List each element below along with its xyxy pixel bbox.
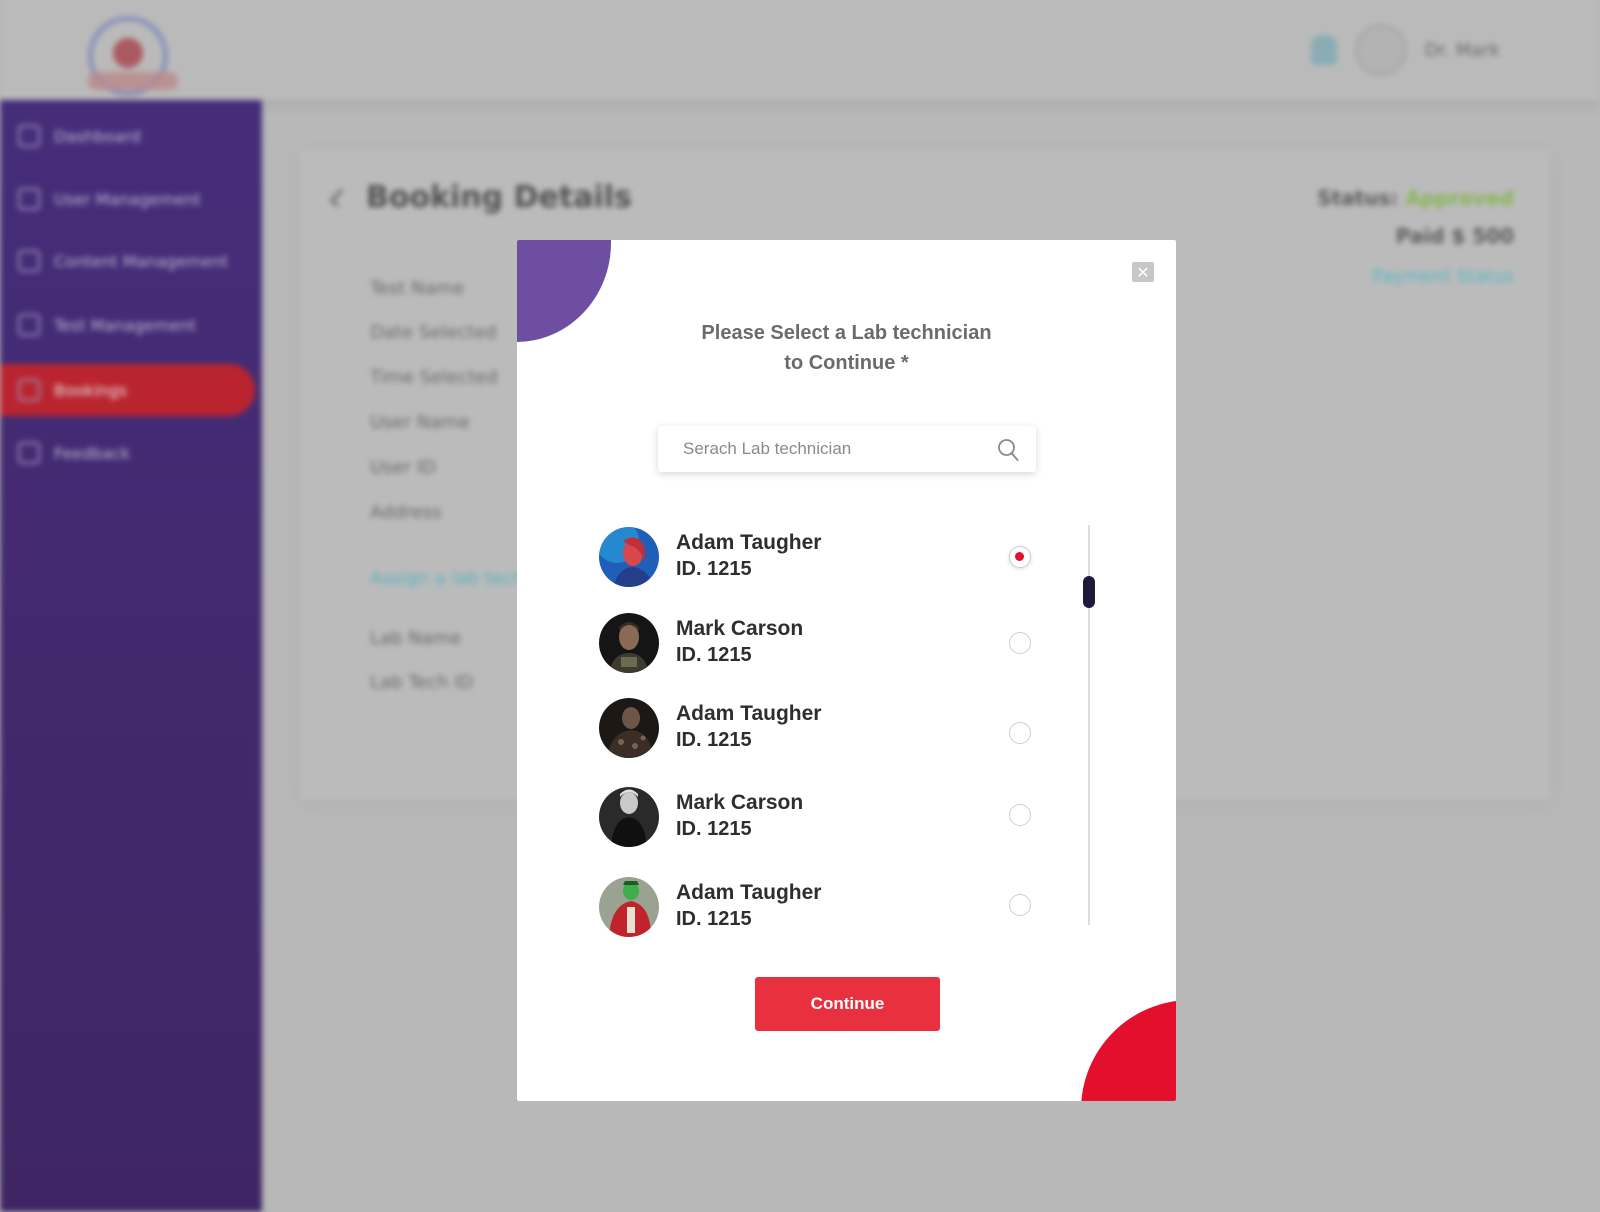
technician-id: ID. 1215: [676, 644, 752, 666]
technician-name: Adam Taugher: [676, 702, 822, 725]
list-item[interactable]: Mark Carson ID. 1215: [599, 611, 1039, 675]
technician-id: ID. 1215: [676, 818, 752, 840]
technician-name: Mark Carson: [676, 617, 804, 640]
select-lab-technician-modal: ✕ Please Select a Lab technician to Cont…: [517, 240, 1176, 1101]
avatar: [599, 527, 659, 587]
modal-title-line-1: Please Select a Lab technician: [701, 322, 992, 344]
search-input[interactable]: [658, 426, 988, 472]
technician-name: Adam Taugher: [676, 881, 822, 904]
close-icon: ✕: [1136, 262, 1150, 282]
list-item[interactable]: Adam Taugher ID. 1215: [599, 696, 1039, 760]
avatar: [599, 877, 659, 937]
search-icon[interactable]: [997, 438, 1019, 462]
select-radio[interactable]: [1009, 804, 1031, 826]
avatar: [599, 698, 659, 758]
technician-id: ID. 1215: [676, 729, 752, 751]
select-radio[interactable]: [1009, 546, 1031, 568]
technician-list: Adam Taugher ID. 1215 Mark Carson ID. 12…: [599, 525, 1069, 937]
close-button[interactable]: ✕: [1132, 262, 1154, 282]
technician-id: ID. 1215: [676, 558, 752, 580]
avatar: [599, 787, 659, 847]
modal-title: Please Select a Lab technician to Contin…: [517, 318, 1176, 378]
search-box: [658, 426, 1036, 472]
list-item[interactable]: Adam Taugher ID. 1215: [599, 525, 1039, 589]
scrollbar-thumb[interactable]: [1083, 576, 1095, 608]
select-radio[interactable]: [1009, 894, 1031, 916]
list-item[interactable]: Adam Taugher ID. 1215: [599, 875, 1039, 939]
decorative-corner-shape: [1081, 1000, 1176, 1101]
select-radio[interactable]: [1009, 722, 1031, 744]
modal-title-line-2: to Continue *: [784, 352, 909, 374]
technician-name: Adam Taugher: [676, 531, 822, 554]
avatar: [599, 613, 659, 673]
continue-button[interactable]: Continue: [755, 977, 940, 1031]
list-item[interactable]: Mark Carson ID. 1215: [599, 785, 1039, 849]
technician-id: ID. 1215: [676, 908, 752, 930]
select-radio[interactable]: [1009, 632, 1031, 654]
technician-name: Mark Carson: [676, 791, 804, 814]
